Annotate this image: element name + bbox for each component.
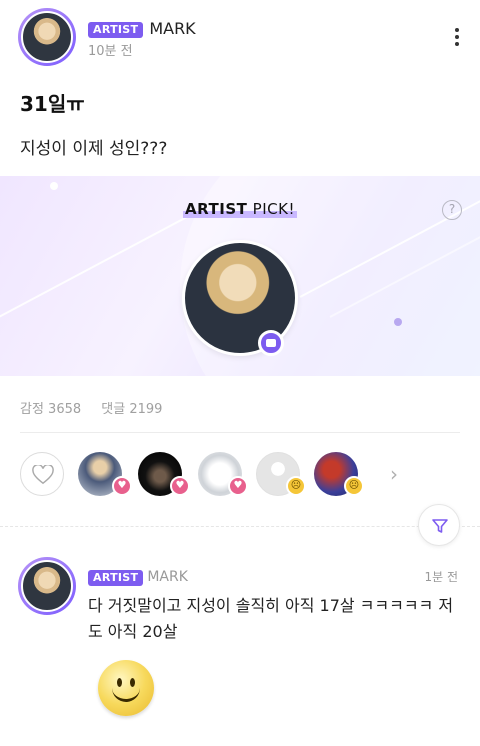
commenter-line: ARTIST MARK — [88, 566, 188, 586]
post-header: ARTIST MARK 10분 전 — [0, 0, 480, 70]
post-body: 지성이 이제 성인??? — [20, 139, 168, 159]
chat-bubble-icon — [258, 330, 284, 356]
filter-icon — [432, 519, 448, 533]
author-name[interactable]: MARK — [149, 19, 195, 38]
heart-reaction-badge: ♥ — [170, 476, 190, 496]
more-options-icon[interactable] — [454, 28, 460, 46]
commenter-avatar[interactable] — [18, 557, 76, 615]
author-avatar[interactable] — [18, 8, 76, 66]
sad-reaction-badge: ☹ — [286, 476, 306, 496]
smiley-sticker — [98, 660, 154, 716]
heart-reaction-badge: ♥ — [112, 476, 132, 496]
artist-pick-banner: ARTIST PICK! ? — [0, 176, 480, 376]
pick-title-bold: ARTIST — [185, 200, 248, 218]
artist-pick-title: ARTIST PICK! — [0, 200, 480, 218]
artist-badge: ARTIST — [88, 22, 144, 38]
filter-button[interactable] — [418, 504, 460, 546]
feel-count[interactable]: 감정 3658 — [20, 402, 81, 417]
heart-reaction-badge: ♥ — [228, 476, 248, 496]
comment-item: ARTIST MARK 1분 전 다 거짓말이고 지성이 솔직히 아직 17살 ㅋ… — [0, 555, 480, 746]
post-time: 10분 전 — [88, 44, 133, 59]
like-button[interactable] — [20, 452, 64, 496]
help-icon[interactable]: ? — [442, 200, 462, 220]
author-line: ARTIST MARK — [88, 18, 196, 38]
chevron-right-icon[interactable]: › — [390, 462, 398, 486]
section-divider — [0, 526, 480, 527]
heart-icon — [32, 465, 54, 485]
reactions-row: ♥ ♥ ♥ ☹ ☹ › — [20, 450, 460, 498]
comment-count[interactable]: 댓글 2199 — [101, 402, 162, 417]
post-title: 31일ㅠ — [20, 92, 85, 116]
pick-title-rest: PICK! — [247, 200, 295, 218]
stats-divider — [20, 432, 460, 433]
commenter-name[interactable]: MARK — [147, 569, 188, 585]
post-stats: 감정 3658 댓글 2199 — [20, 398, 178, 417]
artist-badge: ARTIST — [88, 570, 144, 586]
comment-time: 1분 전 — [424, 570, 458, 584]
comment-text: 다 거짓말이고 지성이 솔직히 아직 17살 ㅋㅋㅋㅋㅋ 저도 아직 20살 — [88, 596, 454, 641]
sad-reaction-badge: ☹ — [344, 476, 364, 496]
